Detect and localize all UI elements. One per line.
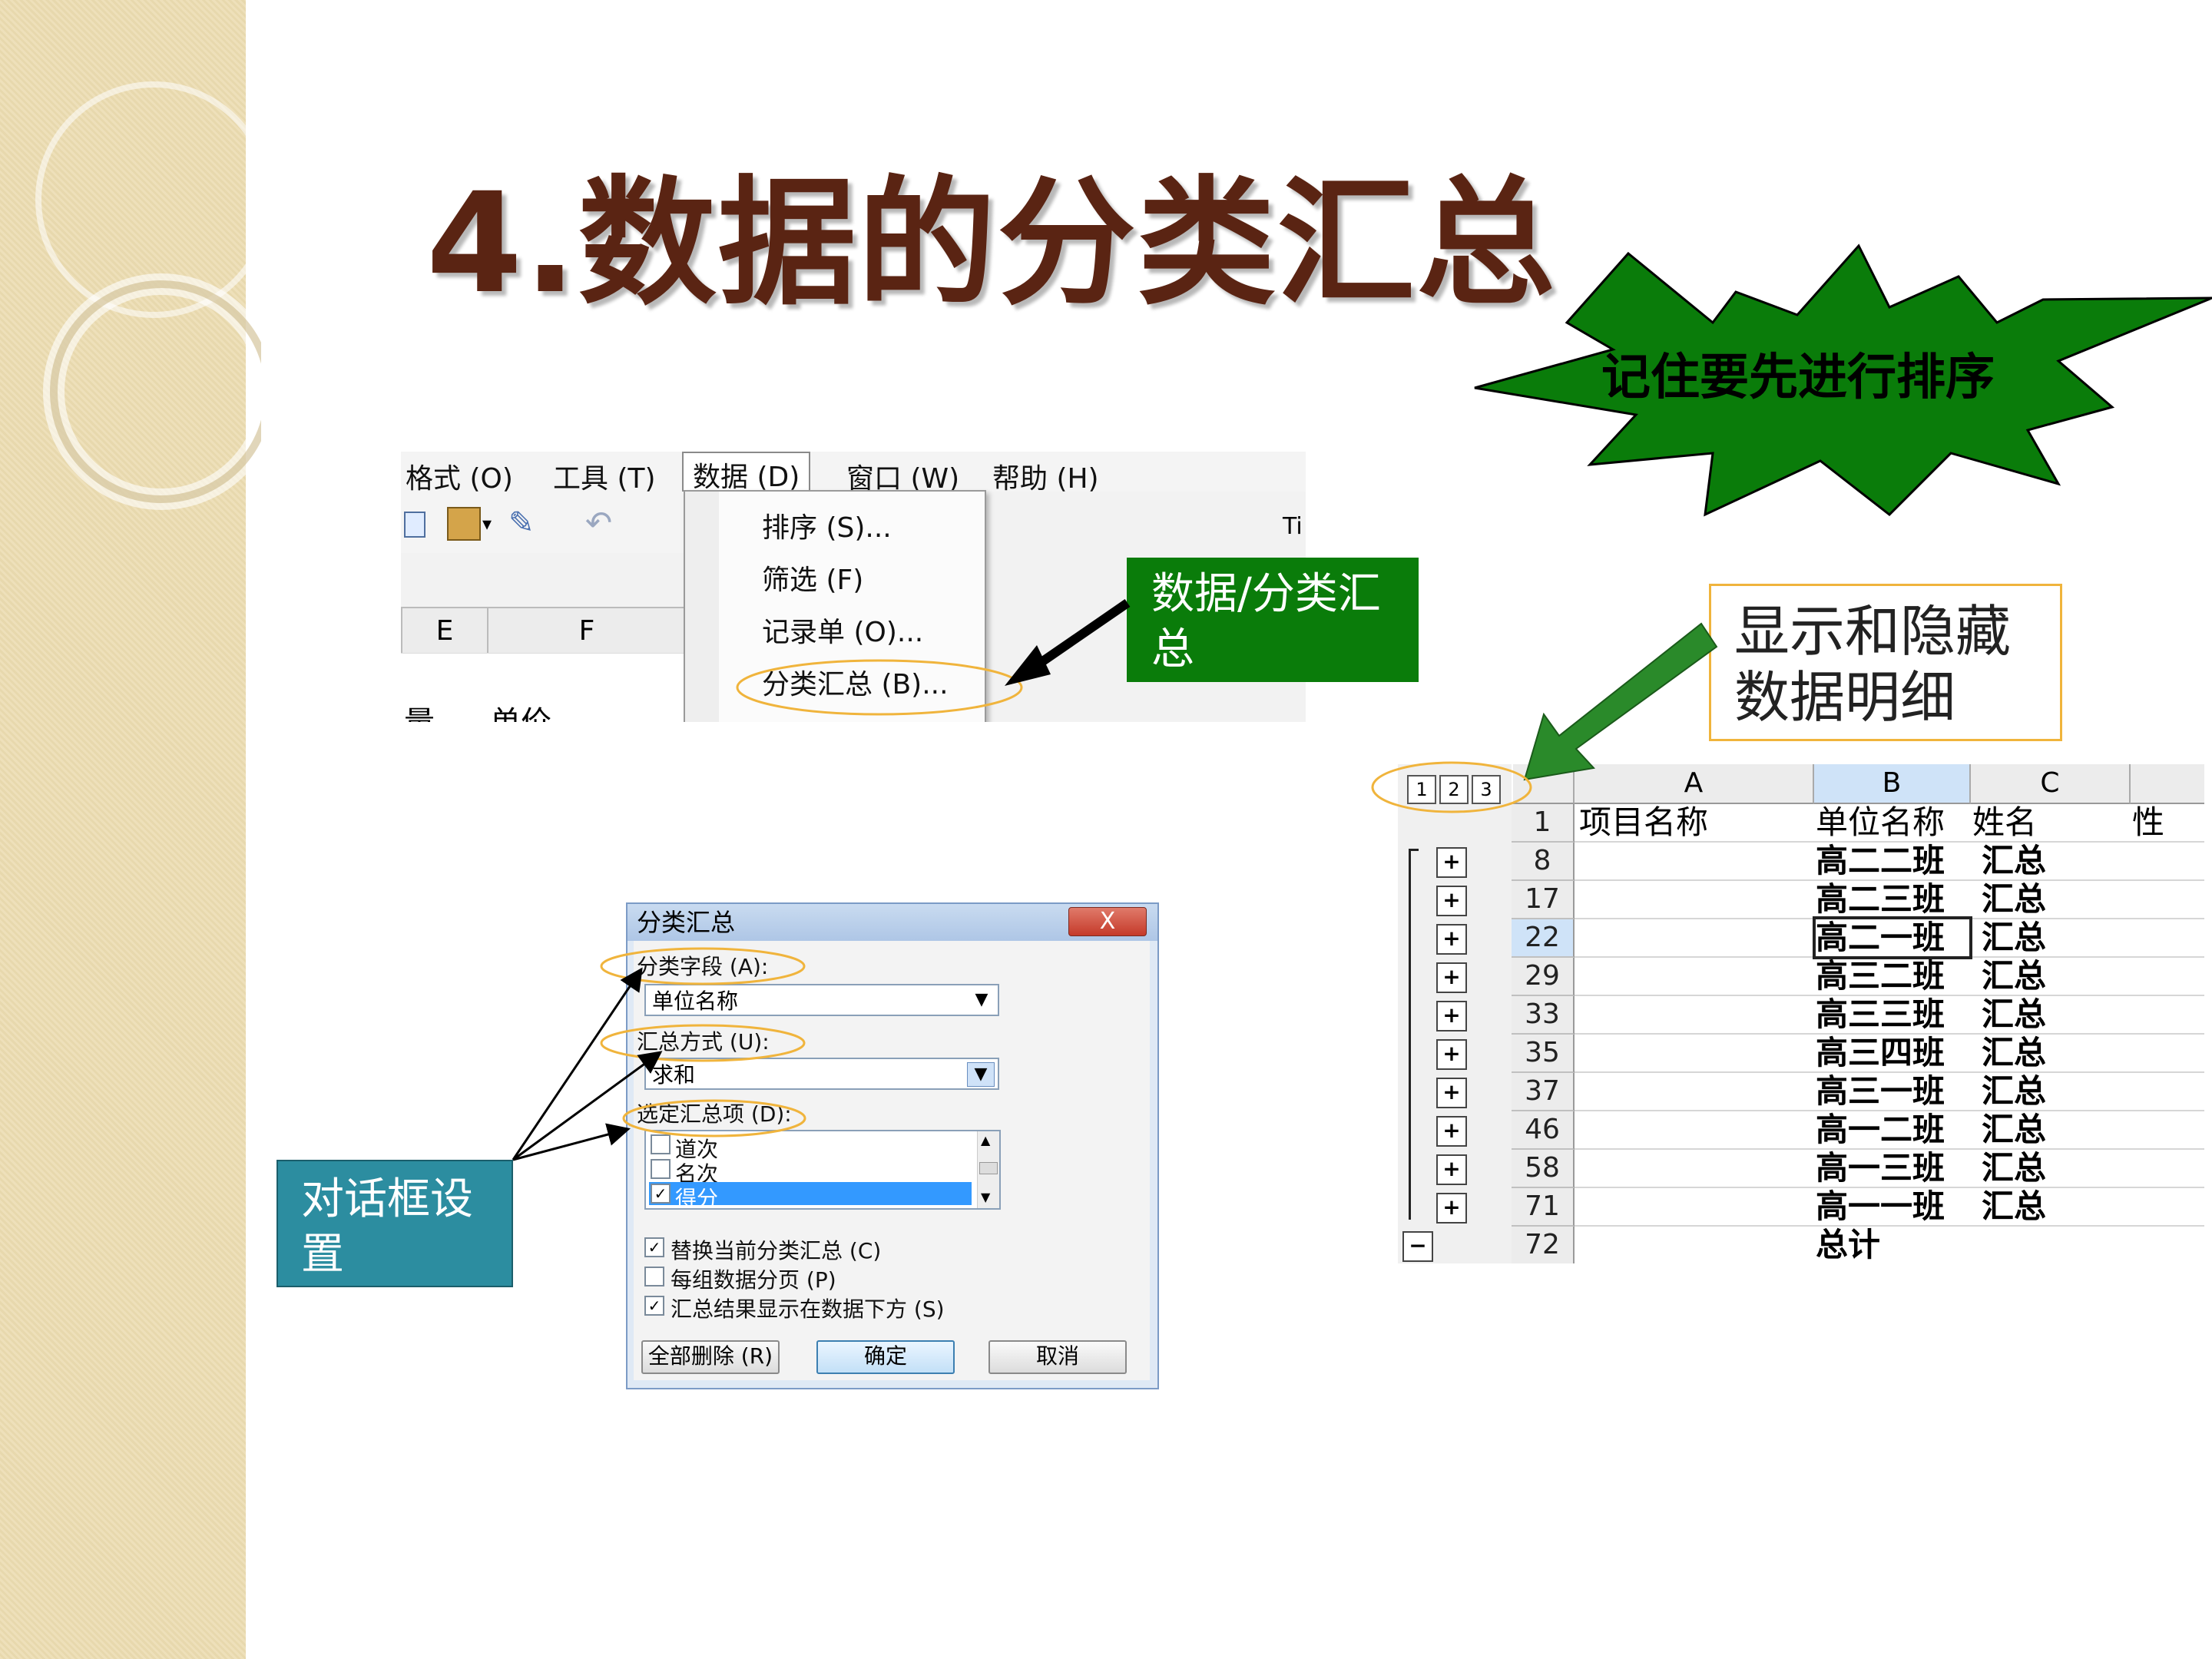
- annotation-arrows: [512, 599, 1718, 1161]
